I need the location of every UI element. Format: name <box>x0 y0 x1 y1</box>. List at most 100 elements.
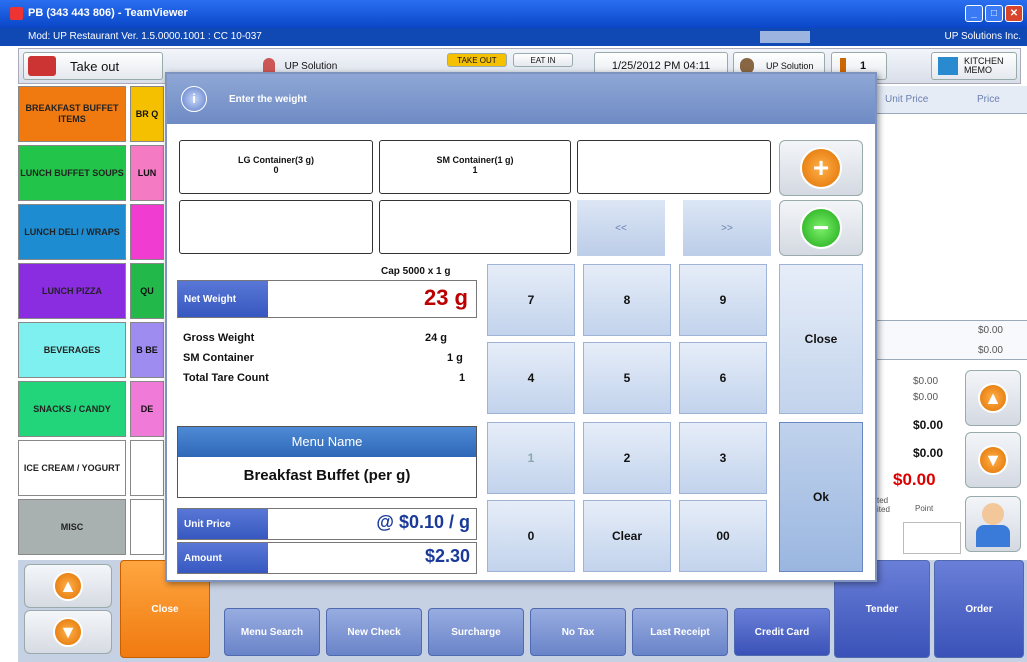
key-0[interactable]: 0 <box>487 500 575 572</box>
app-version: Mod: UP Restaurant Ver. 1.5.0000.1001 : … <box>28 31 262 42</box>
kitchen-memo-button[interactable]: KITCHEN MEMO <box>931 52 1017 80</box>
container-slot-4[interactable] <box>179 200 373 254</box>
category-button[interactable]: LUNCH DELI / WRAPS <box>18 204 126 260</box>
prev-page-button[interactable]: << <box>577 200 665 256</box>
eat-in-tab[interactable]: EAT IN <box>513 53 573 67</box>
key-6[interactable]: 6 <box>679 342 767 414</box>
category-button[interactable]: SNACKS / CANDY <box>18 381 126 437</box>
key-2[interactable]: 2 <box>583 422 671 494</box>
unit-price-field: Unit Price @ $0.10 / g <box>177 508 477 540</box>
total-1: $0.00 <box>913 376 939 387</box>
window-title-bar: PB (343 443 806) - TeamViewer _ □ ✕ <box>0 0 1027 28</box>
menu-search-button[interactable]: Menu Search <box>224 608 320 656</box>
company-name: UP Solutions Inc. <box>944 31 1021 42</box>
take-out-tab-label: TAKE OUT <box>457 55 497 65</box>
scroll-up-button[interactable]: ▲ <box>965 370 1021 426</box>
key-4[interactable]: 4 <box>487 342 575 414</box>
take-out-tab[interactable]: TAKE OUT <box>447 53 507 67</box>
key-5[interactable]: 5 <box>583 342 671 414</box>
sm-container-label: SM Container <box>183 352 254 364</box>
gross-weight-label: Gross Weight <box>183 332 255 344</box>
lg-container-button[interactable]: LG Container(3 g) 0 <box>179 140 373 194</box>
dialog-close-button[interactable]: Close <box>779 264 863 414</box>
subtitle-indicator <box>760 31 810 43</box>
key-1[interactable]: 1 <box>487 422 575 494</box>
last-receipt-label: Last Receipt <box>650 626 710 638</box>
category-button-2[interactable] <box>130 440 164 496</box>
category-button-2[interactable] <box>130 204 164 260</box>
total-4: $0.00 <box>913 446 944 460</box>
category-button-2[interactable]: DE <box>130 381 164 437</box>
menu-name-box: Menu Name Breakfast Buffet (per g) <box>177 426 477 498</box>
maximize-icon[interactable]: □ <box>985 5 1003 22</box>
price-header: Price <box>977 94 1000 105</box>
weight-dialog: i Enter the weight LG Container(3 g) 0 S… <box>165 72 877 582</box>
category-button[interactable]: MISC <box>18 499 126 555</box>
key-7[interactable]: 7 <box>487 264 575 336</box>
tare-count-value: 1 <box>459 372 466 384</box>
surcharge-button[interactable]: Surcharge <box>428 608 524 656</box>
total-2: $0.00 <box>913 392 939 403</box>
minimize-icon[interactable]: _ <box>965 5 983 22</box>
page-up-button[interactable]: ▲ <box>24 564 112 608</box>
category-button[interactable]: BREAKFAST BUFFET ITEMS <box>18 86 126 142</box>
container-slot-5[interactable] <box>379 200 571 254</box>
remove-container-button[interactable]: − <box>779 200 863 256</box>
category-button[interactable]: BEVERAGES <box>18 322 126 378</box>
key-clear[interactable]: Clear <box>583 500 671 572</box>
no-tax-button[interactable]: No Tax <box>530 608 626 656</box>
category-button-2[interactable]: QU <box>130 263 164 319</box>
menu-search-label: Menu Search <box>240 626 304 638</box>
sm-container-button[interactable]: SM Container(1 g) 1 <box>379 140 571 194</box>
category-list: BREAKFAST BUFFET ITEMS BR Q LUNCH BUFFET S… <box>18 86 164 556</box>
key-9[interactable]: 9 <box>679 264 767 336</box>
next-page-button[interactable]: >> <box>683 200 771 256</box>
takeout-icon <box>28 56 56 76</box>
credit-card-button[interactable]: Credit Card <box>734 608 830 656</box>
teamviewer-icon <box>10 7 23 20</box>
key-3[interactable]: 3 <box>679 422 767 494</box>
last-receipt-button[interactable]: Last Receipt <box>632 608 728 656</box>
ok-button[interactable]: Ok <box>779 422 863 572</box>
category-button-2[interactable]: BR Q <box>130 86 164 142</box>
unit-price-value: @ $0.10 / g <box>376 512 470 532</box>
new-check-button[interactable]: New Check <box>326 608 422 656</box>
net-weight-value: 23 g <box>423 285 468 310</box>
unit-price-label: Unit Price <box>178 509 268 539</box>
menu-name-label: Menu Name <box>178 427 476 457</box>
order-button[interactable]: Order <box>934 560 1024 658</box>
key-8[interactable]: 8 <box>583 264 671 336</box>
category-button-2[interactable]: LUN <box>130 145 164 201</box>
tender-label: Tender <box>865 603 899 615</box>
amount-value: $2.30 <box>424 546 470 566</box>
category-button[interactable]: ICE CREAM / YOGURT <box>18 440 126 496</box>
menu-name-value: Breakfast Buffet (per g) <box>243 467 411 484</box>
amount-label: Amount <box>178 543 268 573</box>
page-down-button[interactable]: ▼ <box>24 610 112 654</box>
dialog-body: LG Container(3 g) 0 SM Container(1 g) 1 … <box>167 124 875 580</box>
memo-icon <box>938 57 958 75</box>
gross-weight-value: 24 g <box>425 332 448 344</box>
dialog-header: i Enter the weight <box>167 74 875 124</box>
close-icon[interactable]: ✕ <box>1005 5 1023 22</box>
category-button-2[interactable] <box>130 499 164 555</box>
category-button-2[interactable]: B BE <box>130 322 164 378</box>
dialog-title: Enter the weight <box>229 94 307 105</box>
credit-card-label: Credit Card <box>754 626 810 638</box>
customer-button[interactable] <box>965 496 1021 552</box>
category-button[interactable]: LUNCH PIZZA <box>18 263 126 319</box>
no-tax-label: No Tax <box>561 626 595 638</box>
add-container-button[interactable]: + <box>779 140 863 196</box>
order-type-button[interactable]: Take out <box>23 52 163 80</box>
category-button[interactable]: LUNCH BUFFET SOUPS <box>18 145 126 201</box>
container-slot-3[interactable] <box>577 140 771 194</box>
user-label: UP Solution <box>284 60 338 72</box>
order-table-header: Unit Price Price <box>877 86 1027 114</box>
minus-icon: − <box>800 207 842 249</box>
scroll-down-button[interactable]: ▼ <box>965 432 1021 488</box>
guest-count: 1 <box>860 60 867 72</box>
arrow-up-icon: ▲ <box>978 383 1008 413</box>
key-00[interactable]: 00 <box>679 500 767 572</box>
net-weight-label: Net Weight <box>178 281 268 317</box>
user2-label: UP Solution <box>766 61 814 71</box>
